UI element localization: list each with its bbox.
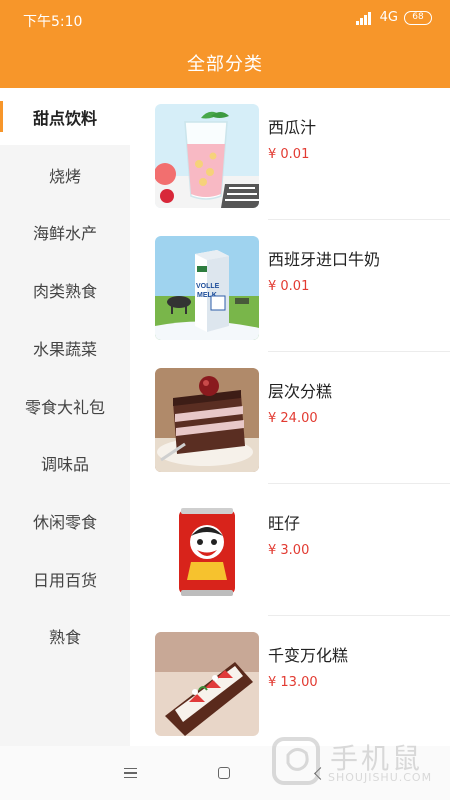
product-price: ¥ 3.00	[268, 543, 310, 558]
home-icon[interactable]	[211, 760, 237, 786]
status-bar: 下午5:10 4G 68	[0, 0, 450, 38]
sidebar-item-daily-goods[interactable]: 日用百货	[0, 550, 130, 607]
product-item[interactable]: 千变万化糕 ¥ 13.00	[130, 616, 450, 746]
app-header: 下午5:10 4G 68 全部分类	[0, 0, 450, 88]
milk-box-label-top: VOLLE	[196, 283, 220, 290]
sidebar-item-leisure-snacks[interactable]: 休闲零食	[0, 492, 130, 549]
product-image-milk[interactable]: VOLLE MELK	[155, 236, 259, 340]
sidebar-item-cooked-food[interactable]: 熟食	[0, 607, 130, 664]
sidebar-item-meat-deli[interactable]: 肉类熟食	[0, 261, 130, 318]
watermark-subtext: SHOUJISHU.COM	[328, 771, 433, 784]
sidebar-item-label: 熟食	[48, 627, 81, 647]
sidebar-item-label: 肉类熟食	[32, 281, 97, 301]
sidebar-item-seasoning[interactable]: 调味品	[0, 434, 130, 491]
product-item[interactable]: 旺仔 ¥ 3.00	[130, 484, 450, 616]
signal-icon	[355, 11, 374, 25]
sidebar-item-bbq[interactable]: 烧烤	[0, 146, 130, 203]
product-image-wangzai-milk[interactable]	[155, 500, 259, 604]
network-type: 4G	[379, 10, 398, 25]
product-image-watermelon-juice[interactable]	[155, 104, 259, 208]
sidebar-item-label: 零食大礼包	[24, 397, 105, 417]
product-item[interactable]: 层次分糕 ¥ 24.00	[130, 352, 450, 484]
product-image-layer-cake[interactable]	[155, 368, 259, 472]
sidebar-item-desserts-drinks[interactable]: 甜点饮料	[0, 88, 130, 145]
menu-icon[interactable]	[117, 760, 143, 786]
sidebar-item-label: 水果蔬菜	[32, 339, 97, 359]
sidebar-item-fruit-veg[interactable]: 水果蔬菜	[0, 319, 130, 376]
category-sidebar: 甜点饮料 烧烤 海鲜水产 肉类熟食 水果蔬菜 零食大礼包 调味品 休闲零食 日用…	[0, 88, 130, 746]
sidebar-item-label: 调味品	[40, 454, 89, 474]
product-name: 层次分糕	[268, 382, 333, 401]
product-price: ¥ 0.01	[268, 147, 310, 162]
product-item[interactable]: VOLLE MELK 西班牙进口牛奶 ¥ 0.01	[130, 220, 450, 352]
sidebar-item-seafood[interactable]: 海鲜水产	[0, 203, 130, 260]
battery-icon: 68	[404, 10, 432, 25]
status-indicators: 4G 68	[355, 10, 432, 25]
watermark: 手机鼠 SHOUJISHU.COM	[270, 735, 435, 790]
watermark-logo-icon	[272, 737, 320, 785]
page-title: 全部分类	[187, 54, 263, 75]
product-price: ¥ 0.01	[268, 279, 310, 294]
product-name: 千变万化糕	[268, 646, 349, 665]
product-price: ¥ 24.00	[268, 411, 318, 426]
sidebar-item-label: 甜点饮料	[32, 108, 97, 128]
product-price: ¥ 13.00	[268, 675, 318, 690]
sidebar-item-label: 海鲜水产	[32, 223, 97, 243]
product-name: 西瓜汁	[268, 118, 317, 137]
product-list: 西瓜汁 ¥ 0.01 VOLLE MELK 西班牙进口牛奶 ¥ 0.01 层次分…	[130, 88, 450, 746]
sidebar-item-label: 日用百货	[32, 570, 97, 590]
sidebar-item-label: 休闲零食	[32, 512, 97, 532]
product-name: 西班牙进口牛奶	[268, 250, 381, 269]
product-name: 旺仔	[268, 514, 301, 533]
sidebar-item-label: 烧烤	[48, 166, 81, 186]
sidebar-item-snack-gift[interactable]: 零食大礼包	[0, 377, 130, 434]
status-time: 下午5:10	[23, 14, 83, 30]
product-image-roll-cake[interactable]	[155, 632, 259, 736]
product-item[interactable]: 西瓜汁 ¥ 0.01	[130, 88, 450, 220]
